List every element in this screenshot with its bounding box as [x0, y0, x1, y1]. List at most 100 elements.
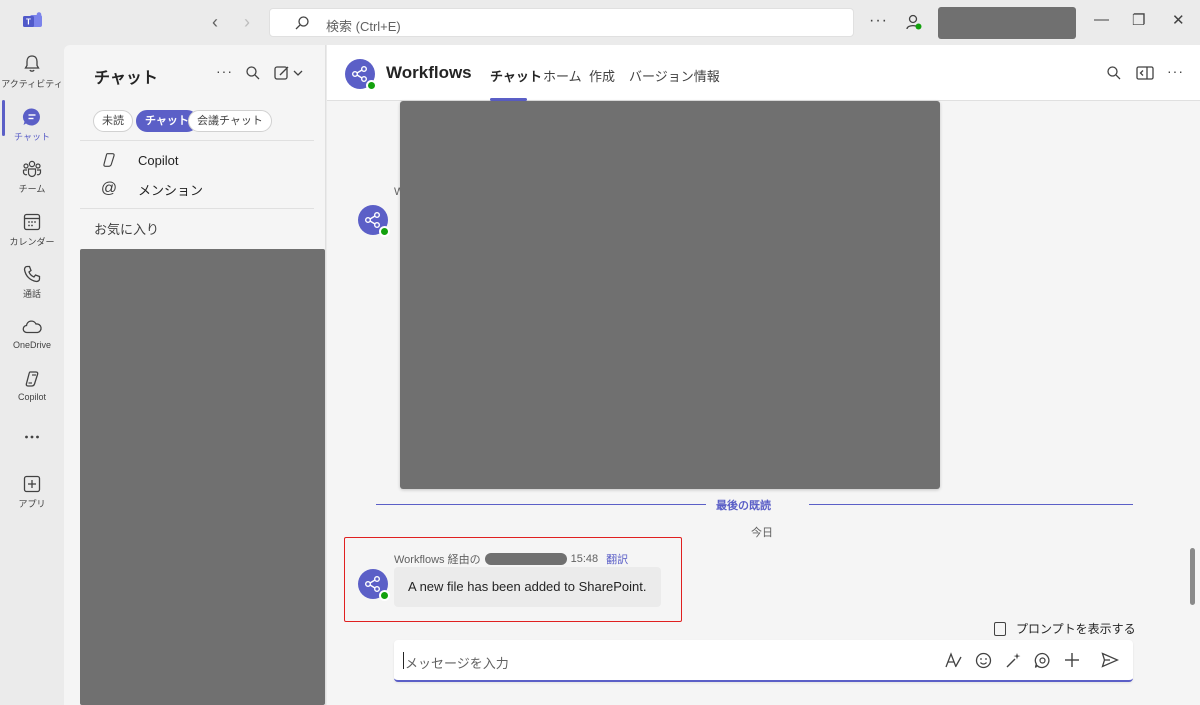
show-prompts-label: プロンプトを表示する — [1016, 622, 1136, 636]
list-item-copilot[interactable]: Copilot — [100, 148, 178, 172]
presence-available-icon — [379, 590, 390, 601]
rail-label: カレンダー — [9, 237, 55, 247]
show-prompts-button[interactable]: プロンプトを表示する — [994, 620, 1136, 637]
rail-item-more[interactable] — [0, 427, 64, 447]
prompt-book-icon — [994, 621, 1006, 636]
copilot-compose-icon[interactable] — [1005, 652, 1022, 669]
rail-item-calendar[interactable]: カレンダー — [0, 212, 64, 248]
new-chat-icon[interactable] — [274, 65, 304, 81]
workflows-avatar[interactable] — [358, 569, 390, 601]
compose-box[interactable]: メッセージを入力 — [394, 640, 1133, 682]
more-options-icon[interactable]: ··· — [1167, 63, 1184, 79]
divider-line — [376, 504, 706, 505]
tab-home[interactable]: ホーム — [543, 66, 582, 85]
compose-placeholder: メッセージを入力 — [403, 652, 509, 672]
app-rail: アクティビティ チャット チーム カレンダー 通話 OneDrive Copil… — [0, 45, 64, 705]
message-bubble[interactable]: A new file has been added to SharePoint. — [394, 567, 661, 607]
conversation-pane: Workflows チャット ホーム 作成 バージョン情報 ··· W 最後の既… — [327, 45, 1200, 705]
back-arrow-icon[interactable]: ‹ — [212, 12, 218, 33]
rail-label: OneDrive — [12, 340, 51, 350]
title-bar: T ‹ › 検索 (Ctrl+E) ··· — ❐ ✕ — [0, 0, 1200, 45]
tab-create[interactable]: 作成 — [589, 66, 615, 85]
teams-icon — [22, 160, 42, 178]
rail-item-onedrive[interactable]: OneDrive — [0, 317, 64, 350]
cloud-icon — [22, 320, 42, 334]
search-icon[interactable] — [1106, 65, 1122, 81]
conversation-title: Workflows — [386, 63, 472, 82]
minimize-icon[interactable]: — — [1094, 11, 1109, 28]
copilot-icon — [103, 153, 115, 167]
profile-redacted[interactable] — [938, 7, 1076, 39]
rail-label: Copilot — [17, 392, 46, 402]
search-placeholder: 検索 (Ctrl+E) — [326, 19, 401, 34]
divider-line — [809, 504, 1133, 505]
rail-item-chat[interactable]: チャット — [0, 107, 64, 143]
rail-label: アプリ — [18, 499, 46, 509]
more-icon — [25, 435, 39, 439]
rail-label: チャット — [14, 132, 50, 142]
translate-link[interactable]: 翻訳 — [606, 551, 628, 567]
panel-title: チャット — [94, 70, 158, 87]
rail-item-activity[interactable]: アクティビティ — [0, 54, 64, 90]
rail-item-teams[interactable]: チーム — [0, 159, 64, 195]
svg-text:T: T — [26, 18, 31, 27]
forward-arrow-icon[interactable]: › — [244, 12, 250, 33]
phone-icon — [23, 265, 41, 283]
chat-list-panel: チャット ··· 未読 チャット 会議チャット Copilot @ メンション … — [64, 45, 326, 705]
list-item-label: Copilot — [138, 152, 179, 168]
workflows-avatar[interactable] — [358, 205, 390, 237]
scrollbar-thumb[interactable] — [1190, 548, 1195, 605]
teams-logo-icon: T — [23, 12, 42, 27]
search-input[interactable]: 検索 (Ctrl+E) — [269, 8, 854, 37]
format-icon[interactable] — [945, 652, 963, 668]
send-icon[interactable] — [1101, 652, 1119, 668]
search-icon — [295, 16, 309, 30]
restore-icon[interactable]: ❐ — [1132, 11, 1145, 29]
sender-name-redacted — [484, 553, 567, 565]
apps-icon — [23, 475, 41, 493]
workflows-icon — [365, 576, 380, 592]
panel-more-icon[interactable]: ··· — [216, 63, 233, 79]
message-card-redacted[interactable] — [400, 101, 940, 489]
calendar-icon — [23, 213, 41, 231]
workflows-icon — [365, 212, 380, 228]
date-separator: 今日 — [751, 527, 773, 539]
tab-about[interactable]: バージョン情報 — [629, 66, 720, 85]
presence-available-icon — [366, 80, 377, 91]
chat-icon — [23, 108, 40, 126]
presence-available-icon — [379, 226, 390, 237]
workflows-avatar[interactable] — [345, 59, 377, 91]
panel-search-icon[interactable] — [245, 65, 261, 81]
rail-item-copilot[interactable]: Copilot — [0, 369, 64, 402]
list-item-label: メンション — [138, 182, 204, 198]
divider — [80, 208, 314, 209]
close-icon[interactable]: ✕ — [1172, 11, 1185, 29]
rail-label: アクティビティ — [1, 79, 63, 89]
emoji-icon[interactable] — [975, 652, 992, 669]
filter-meeting-chat[interactable]: 会議チャット — [188, 110, 272, 132]
at-icon: @ — [100, 180, 118, 197]
loop-icon[interactable] — [1034, 652, 1051, 669]
more-options-icon[interactable]: ··· — [869, 12, 888, 30]
message-meta: Workflows 経由の 15:48 翻訳 — [394, 551, 628, 567]
rail-item-apps[interactable]: アプリ — [0, 474, 64, 510]
filter-unread[interactable]: 未読 — [93, 110, 133, 132]
rail-item-calls[interactable]: 通話 — [0, 264, 64, 300]
favorites-header[interactable]: お気に入り — [94, 219, 159, 238]
last-read-divider: 最後の既読 — [376, 497, 1133, 512]
message-sender: Workflows 経由の — [394, 554, 481, 566]
last-read-label: 最後の既読 — [716, 500, 771, 512]
copilot-icon — [25, 371, 39, 387]
bell-icon — [24, 55, 40, 72]
conversation-header: Workflows チャット ホーム 作成 バージョン情報 ··· — [327, 45, 1200, 101]
chat-list-redacted[interactable] — [80, 249, 325, 705]
popout-icon[interactable] — [1136, 65, 1154, 81]
person-status-icon[interactable] — [905, 13, 923, 31]
tab-chat[interactable]: チャット — [490, 66, 542, 85]
message-time: 15:48 — [570, 553, 599, 565]
plus-icon[interactable] — [1064, 652, 1080, 668]
rail-label: 通話 — [22, 289, 41, 299]
rail-label: チーム — [18, 184, 46, 194]
workflows-icon — [352, 66, 367, 82]
list-item-mentions[interactable]: @ メンション — [100, 177, 203, 201]
